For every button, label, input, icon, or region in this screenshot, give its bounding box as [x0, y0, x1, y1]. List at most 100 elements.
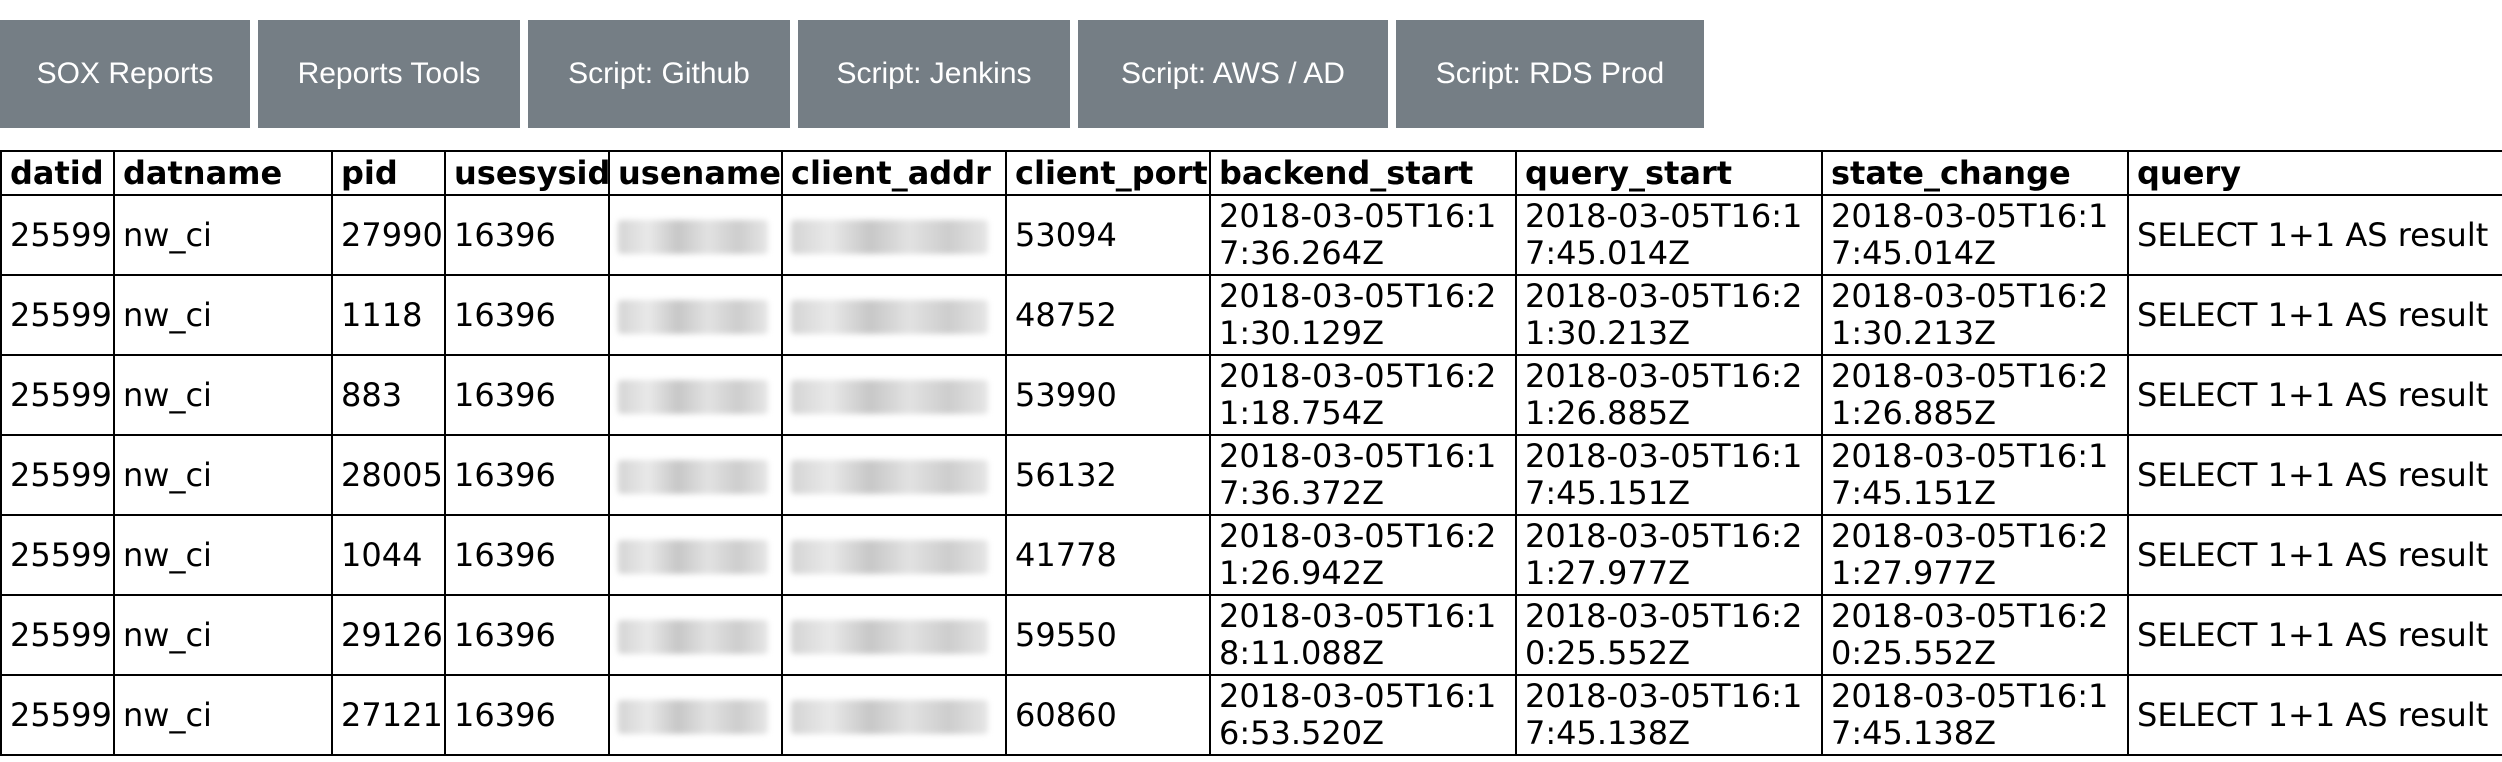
- column-header-backend-start: backend_start: [1209, 150, 1517, 196]
- cell-usesysid: 16396: [444, 434, 610, 516]
- cell-datname: nw_ci: [113, 514, 333, 596]
- redacted-usename: [618, 300, 768, 334]
- cell-backend-start: 2018-03-05T16:16:53.520Z: [1209, 674, 1517, 756]
- cell-state-change: 2018-03-05T16:17:45.151Z: [1821, 434, 2129, 516]
- cell-datid: 25599: [0, 514, 115, 596]
- cell-usename: [608, 274, 783, 356]
- table-row: 25599 nw_ci 27121 16396 60860 2018-03-05…: [0, 674, 2502, 756]
- cell-datname: nw_ci: [113, 674, 333, 756]
- redacted-usename: [618, 700, 768, 734]
- table-row: 25599 nw_ci 1118 16396 48752 2018-03-05T…: [0, 274, 2502, 356]
- cell-query-start: 2018-03-05T16:17:45.014Z: [1515, 194, 1823, 276]
- cell-usesysid: 16396: [444, 594, 610, 676]
- cell-datid: 25599: [0, 354, 115, 436]
- cell-state-change: 2018-03-05T16:20:25.552Z: [1821, 594, 2129, 676]
- redacted-client-addr: [791, 380, 988, 414]
- column-header-pid: pid: [331, 150, 446, 196]
- cell-backend-start: 2018-03-05T16:18:11.088Z: [1209, 594, 1517, 676]
- cell-usename: [608, 434, 783, 516]
- nav-button-script-rds-prod[interactable]: Script: RDS Prod: [1396, 20, 1704, 128]
- column-header-usesysid: usesysid: [444, 150, 610, 196]
- cell-query: SELECT 1+1 AS result: [2127, 194, 2502, 276]
- column-header-datid: datid: [0, 150, 115, 196]
- cell-usesysid: 16396: [444, 354, 610, 436]
- column-header-state-change: state_change: [1821, 150, 2129, 196]
- table-row: 25599 nw_ci 29126 16396 59550 2018-03-05…: [0, 594, 2502, 676]
- table-row: 25599 nw_ci 27990 16396 53094 2018-03-05…: [0, 194, 2502, 276]
- cell-query: SELECT 1+1 AS result: [2127, 354, 2502, 436]
- top-nav: SOX Reports Reports Tools Script: Github…: [0, 20, 1704, 128]
- cell-pid: 1044: [331, 514, 446, 596]
- cell-client-addr: [781, 674, 1007, 756]
- cell-backend-start: 2018-03-05T16:21:30.129Z: [1209, 274, 1517, 356]
- cell-client-port: 48752: [1005, 274, 1211, 356]
- nav-button-script-github[interactable]: Script: Github: [528, 20, 790, 128]
- cell-datid: 25599: [0, 434, 115, 516]
- cell-query-start: 2018-03-05T16:21:27.977Z: [1515, 514, 1823, 596]
- cell-pid: 28005: [331, 434, 446, 516]
- table-row: 25599 nw_ci 883 16396 53990 2018-03-05T1…: [0, 354, 2502, 436]
- cell-query: SELECT 1+1 AS result: [2127, 434, 2502, 516]
- redacted-client-addr: [791, 620, 988, 654]
- column-header-datname: datname: [113, 150, 333, 196]
- cell-datid: 25599: [0, 274, 115, 356]
- cell-pid: 27121: [331, 674, 446, 756]
- cell-pid: 27990: [331, 194, 446, 276]
- cell-client-port: 53094: [1005, 194, 1211, 276]
- cell-backend-start: 2018-03-05T16:17:36.372Z: [1209, 434, 1517, 516]
- cell-usesysid: 16396: [444, 194, 610, 276]
- cell-state-change: 2018-03-05T16:21:30.213Z: [1821, 274, 2129, 356]
- column-header-query: query: [2127, 150, 2502, 196]
- cell-query-start: 2018-03-05T16:17:45.151Z: [1515, 434, 1823, 516]
- cell-datname: nw_ci: [113, 434, 333, 516]
- cell-client-addr: [781, 514, 1007, 596]
- nav-button-sox-reports[interactable]: SOX Reports: [0, 20, 250, 128]
- column-header-client-addr: client_addr: [781, 150, 1007, 196]
- table-header-row: datid datname pid usesysid usename clien…: [0, 150, 2502, 196]
- cell-client-addr: [781, 434, 1007, 516]
- cell-state-change: 2018-03-05T16:17:45.014Z: [1821, 194, 2129, 276]
- cell-client-port: 53990: [1005, 354, 1211, 436]
- cell-usename: [608, 514, 783, 596]
- cell-datname: nw_ci: [113, 354, 333, 436]
- cell-backend-start: 2018-03-05T16:17:36.264Z: [1209, 194, 1517, 276]
- redacted-usename: [618, 540, 768, 574]
- column-header-client-port: client_port: [1005, 150, 1211, 196]
- redacted-client-addr: [791, 460, 988, 494]
- cell-query: SELECT 1+1 AS result: [2127, 514, 2502, 596]
- redacted-usename: [618, 380, 768, 414]
- cell-client-port: 56132: [1005, 434, 1211, 516]
- nav-button-reports-tools[interactable]: Reports Tools: [258, 20, 520, 128]
- redacted-client-addr: [791, 300, 988, 334]
- cell-datname: nw_ci: [113, 194, 333, 276]
- cell-datid: 25599: [0, 194, 115, 276]
- nav-button-script-jenkins[interactable]: Script: Jenkins: [798, 20, 1070, 128]
- cell-usesysid: 16396: [444, 514, 610, 596]
- cell-datid: 25599: [0, 674, 115, 756]
- redacted-usename: [618, 460, 768, 494]
- cell-state-change: 2018-03-05T16:21:27.977Z: [1821, 514, 2129, 596]
- cell-pid: 1118: [331, 274, 446, 356]
- cell-client-addr: [781, 194, 1007, 276]
- cell-state-change: 2018-03-05T16:21:26.885Z: [1821, 354, 2129, 436]
- cell-client-addr: [781, 594, 1007, 676]
- cell-usename: [608, 194, 783, 276]
- cell-query: SELECT 1+1 AS result: [2127, 274, 2502, 356]
- cell-query-start: 2018-03-05T16:21:30.213Z: [1515, 274, 1823, 356]
- column-header-usename: usename: [608, 150, 783, 196]
- redacted-client-addr: [791, 700, 988, 734]
- cell-client-addr: [781, 274, 1007, 356]
- cell-datid: 25599: [0, 594, 115, 676]
- cell-usename: [608, 594, 783, 676]
- redacted-usename: [618, 620, 768, 654]
- nav-button-script-aws-ad[interactable]: Script: AWS / AD: [1078, 20, 1388, 128]
- cell-datname: nw_ci: [113, 274, 333, 356]
- table-row: 25599 nw_ci 1044 16396 41778 2018-03-05T…: [0, 514, 2502, 596]
- cell-usename: [608, 674, 783, 756]
- cell-pid: 29126: [331, 594, 446, 676]
- cell-usename: [608, 354, 783, 436]
- cell-query: SELECT 1+1 AS result: [2127, 594, 2502, 676]
- redacted-client-addr: [791, 220, 988, 254]
- cell-client-port: 41778: [1005, 514, 1211, 596]
- cell-datname: nw_ci: [113, 594, 333, 676]
